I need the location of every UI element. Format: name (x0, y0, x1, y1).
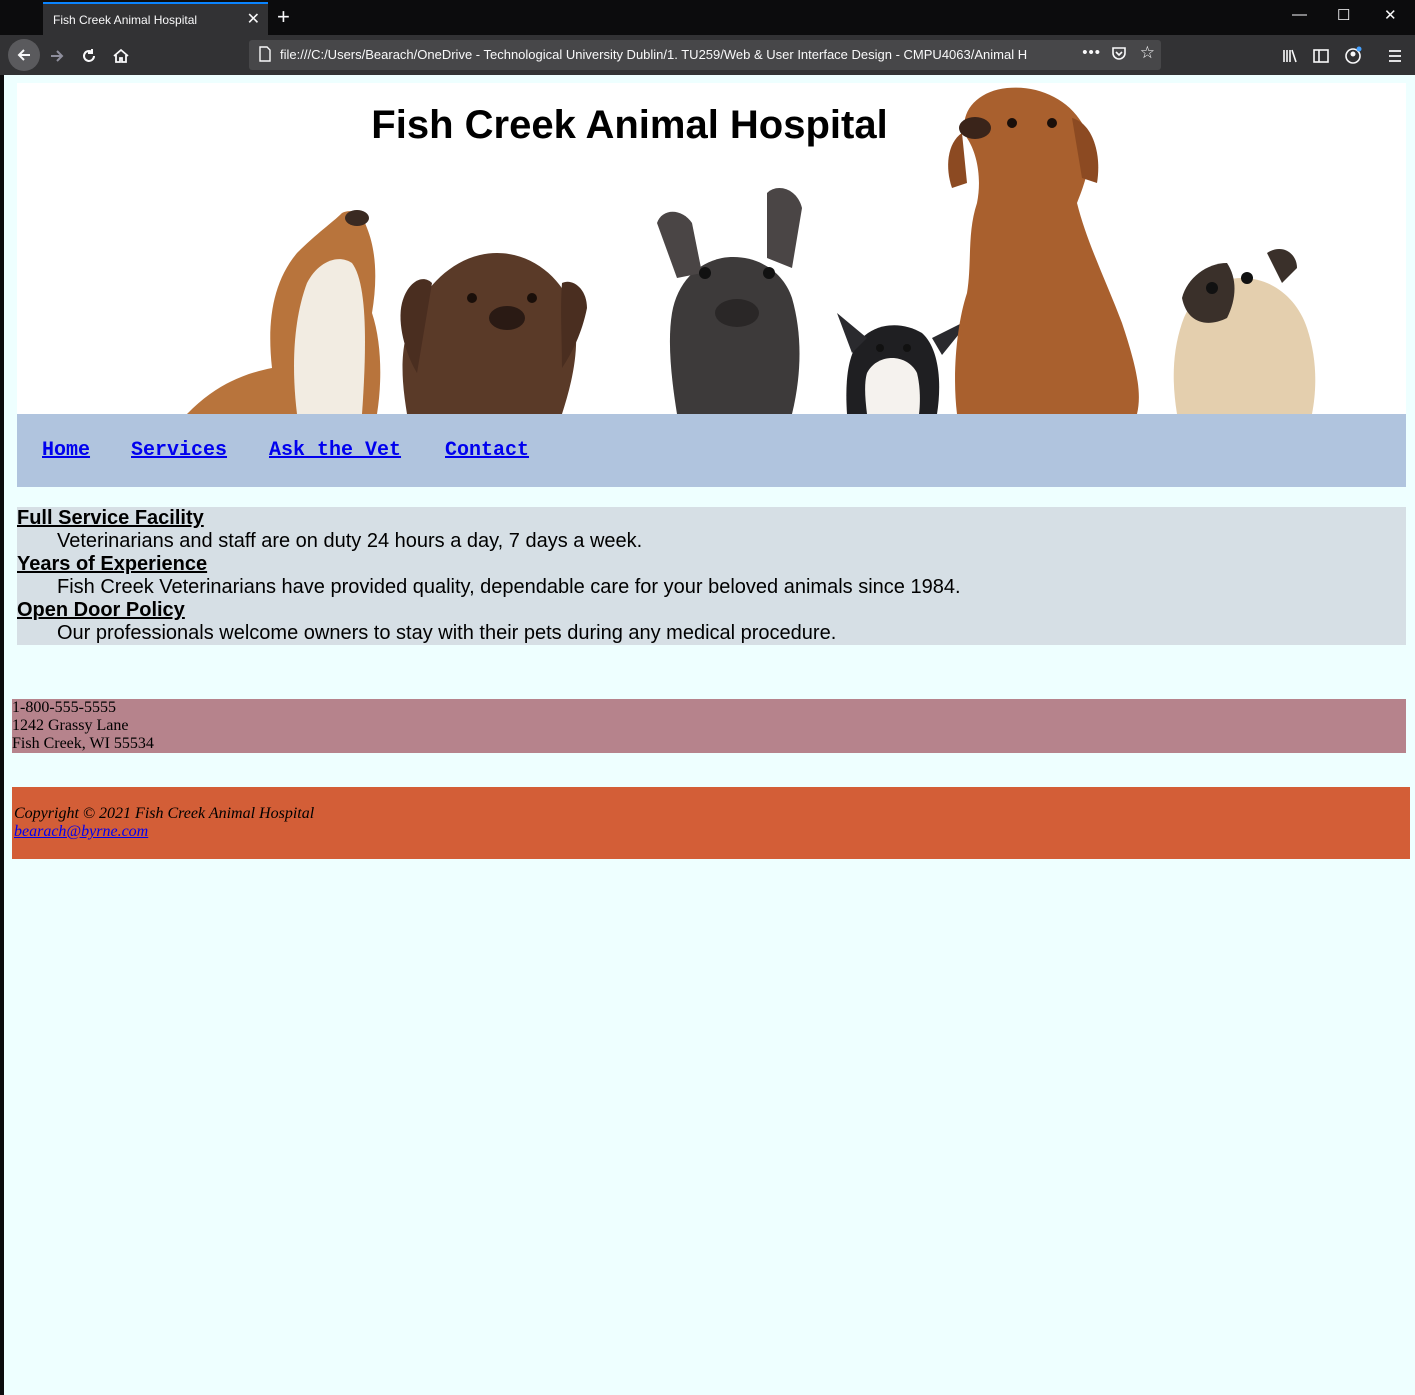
reload-icon[interactable] (74, 41, 104, 71)
page-viewport: Fish Creek Animal Hospital Home Services… (4, 75, 1415, 1395)
library-icon[interactable] (1275, 41, 1305, 71)
bookmark-star-icon[interactable]: ☆ (1140, 43, 1155, 63)
feature-description: Fish Creek Veterinarians have provided q… (57, 576, 961, 598)
features-list: Full Service Facility Veterinarians and … (17, 507, 1406, 645)
phone-number: 1-800-555-5555 (12, 699, 116, 716)
nav-link-services[interactable]: Services (131, 439, 227, 462)
browser-tab-bar: Fish Creek Animal Hospital ✕ + — ☐ ✕ (0, 0, 1415, 35)
nav-link-home[interactable]: Home (42, 439, 90, 462)
street-address: 1242 Grassy Lane (12, 717, 129, 734)
nav-link-ask-the-vet[interactable]: Ask the Vet (269, 439, 401, 462)
pocket-icon[interactable] (1111, 45, 1127, 64)
home-icon[interactable] (106, 41, 136, 71)
city-address: Fish Creek, WI 55534 (12, 735, 154, 752)
menu-icon[interactable] (1380, 41, 1410, 71)
url-text[interactable]: file:///C:/Users/Bearach/OneDrive - Tech… (280, 47, 1070, 62)
page-actions-icon[interactable]: ••• (1082, 44, 1101, 61)
feature-term: Years of Experience (17, 553, 208, 575)
url-bar[interactable]: file:///C:/Users/Bearach/OneDrive - Tech… (249, 40, 1161, 70)
new-tab-button[interactable]: + (277, 4, 290, 30)
minimize-icon[interactable]: — (1292, 6, 1307, 23)
copyright-text: Copyright © 2021 Fish Creek Animal Hospi… (14, 805, 315, 822)
feature-term: Open Door Policy (17, 599, 185, 621)
main-navigation: Home Services Ask the Vet Contact (17, 414, 1406, 487)
nav-link-contact[interactable]: Contact (445, 439, 529, 462)
contact-info: 1-800-555-5555 1242 Grassy Lane Fish Cre… (12, 699, 1406, 753)
browser-toolbar: file:///C:/Users/Bearach/OneDrive - Tech… (0, 35, 1415, 75)
close-window-icon[interactable]: ✕ (1384, 6, 1397, 24)
page-document-icon (258, 46, 272, 65)
email-link[interactable]: bearach@byrne.com (14, 823, 148, 841)
sidebar-icon[interactable] (1306, 41, 1336, 71)
back-arrow-icon[interactable] (8, 39, 40, 71)
forward-arrow-icon[interactable] (42, 41, 72, 71)
browser-tab[interactable]: Fish Creek Animal Hospital ✕ (43, 2, 268, 35)
page-title: Fish Creek Animal Hospital (371, 103, 888, 147)
tab-close-icon[interactable]: ✕ (247, 9, 260, 29)
site-footer: Copyright © 2021 Fish Creek Animal Hospi… (12, 787, 1410, 859)
feature-description: Our professionals welcome owners to stay… (57, 622, 837, 644)
feature-term: Full Service Facility (17, 507, 204, 529)
account-icon[interactable] (1338, 41, 1368, 71)
site-header: Fish Creek Animal Hospital (17, 83, 1406, 414)
feature-description: Veterinarians and staff are on duty 24 h… (57, 530, 643, 552)
tab-title: Fish Creek Animal Hospital (53, 13, 198, 27)
maximize-icon[interactable]: ☐ (1337, 6, 1350, 24)
